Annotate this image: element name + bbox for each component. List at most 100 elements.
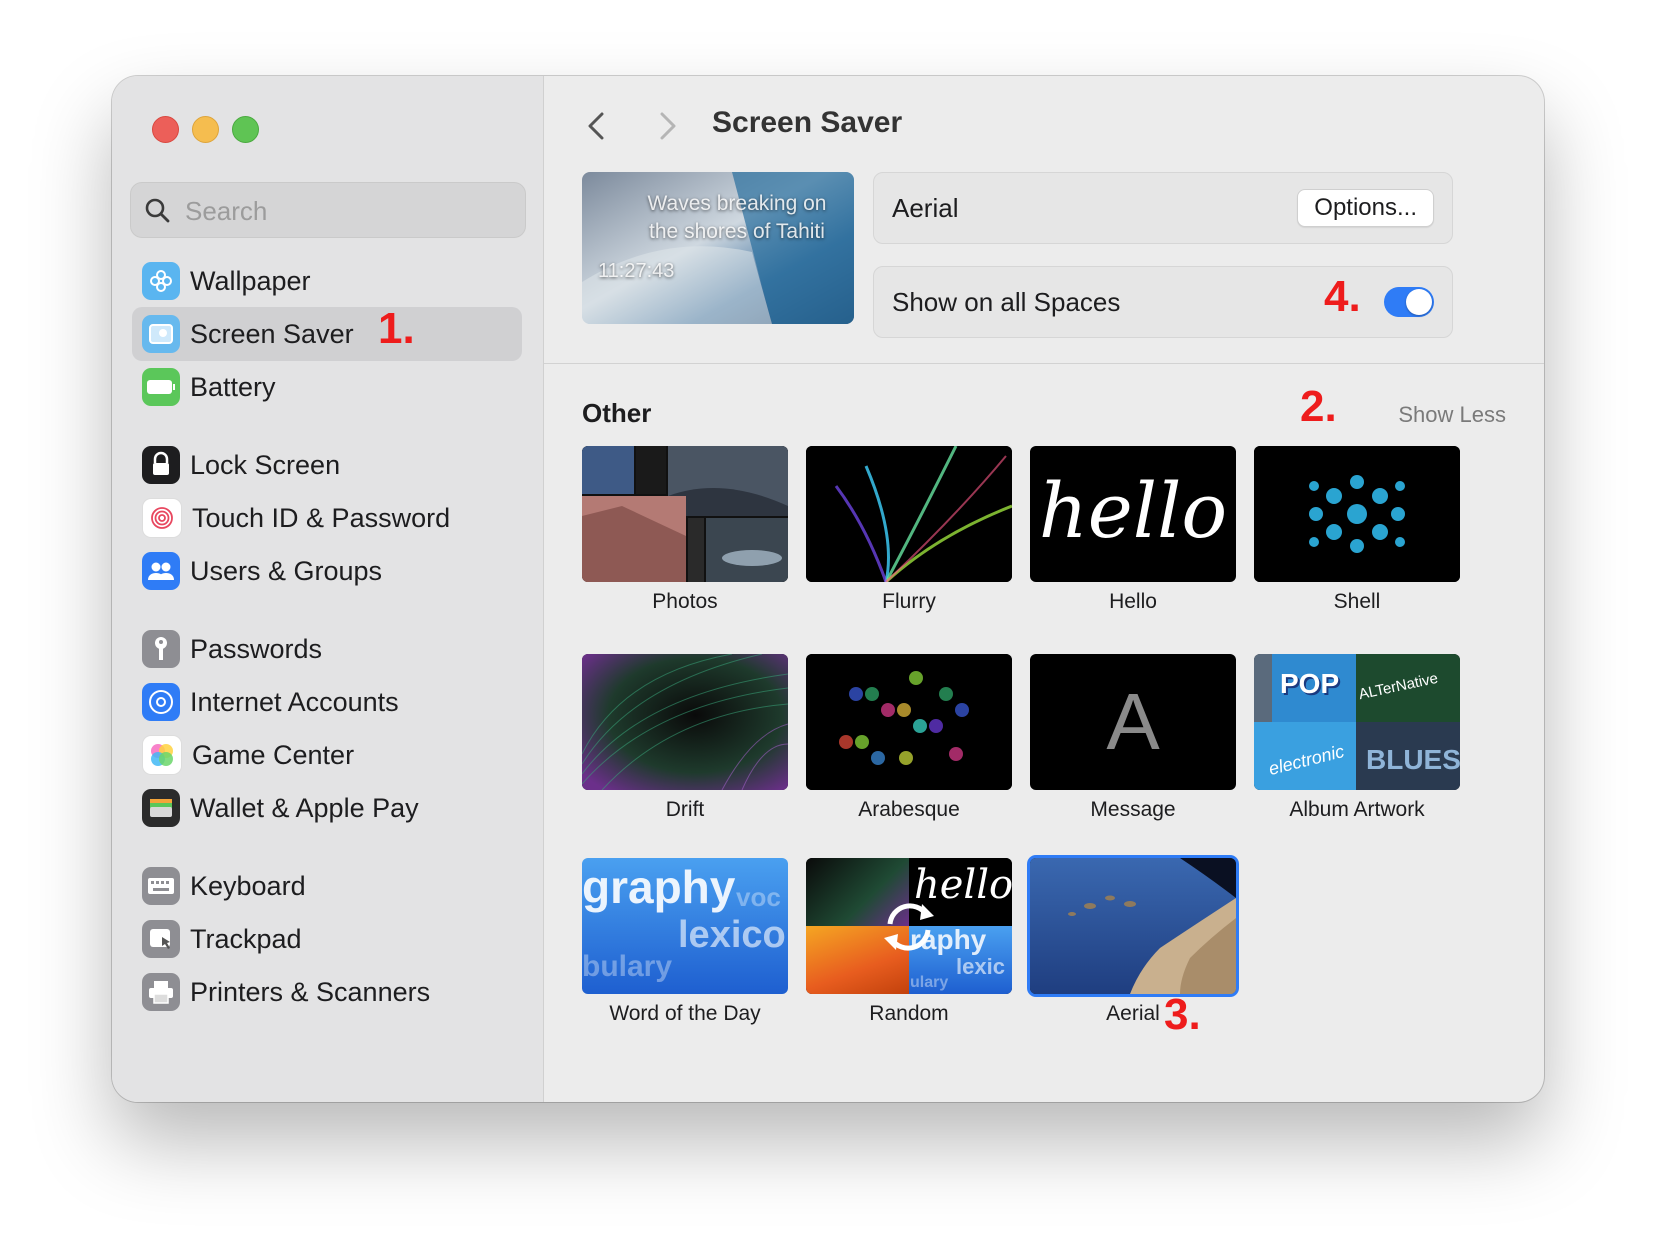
sidebar-item-game-center[interactable]: Game Center — [132, 728, 522, 782]
shuffle-icon — [884, 903, 934, 951]
keyboard-icon — [142, 867, 180, 905]
search-field[interactable] — [130, 182, 526, 239]
tile-label: Hello — [1109, 590, 1157, 613]
close-window-button[interactable] — [152, 116, 179, 143]
saver-tile-message[interactable]: A Message — [1030, 654, 1236, 822]
preview-caption: Waves breaking on the shores of Tahiti — [647, 192, 827, 243]
sidebar-item-lock-screen[interactable]: Lock Screen — [132, 438, 522, 492]
annotation-2: 2. — [1300, 382, 1337, 431]
sidebar-item-screen-saver[interactable]: Screen Saver — [132, 307, 522, 361]
current-saver-row: Aerial Options... — [873, 172, 1453, 244]
current-saver-name: Aerial — [892, 193, 959, 223]
sidebar-item-touch-id[interactable]: Touch ID & Password — [132, 491, 522, 545]
divider — [544, 363, 1544, 364]
lock-icon — [142, 446, 180, 484]
sidebar-item-label: Wallpaper — [190, 265, 311, 296]
shell-thumbnail — [1254, 446, 1460, 582]
random-thumb-text-2: lexic — [956, 954, 1005, 979]
saver-tile-random[interactable]: hello raphy lexic ulary Random — [806, 858, 1012, 1026]
section-title-other: Other — [582, 398, 652, 428]
sidebar-item-wallet[interactable]: Wallet & Apple Pay — [132, 781, 522, 835]
options-button[interactable]: Options... — [1297, 189, 1434, 227]
aerial-thumbnail — [1030, 858, 1236, 994]
saver-tile-drift[interactable]: Drift — [582, 654, 788, 822]
show-all-spaces-toggle[interactable] — [1384, 287, 1434, 317]
screen-saver-preview: Waves breaking on the shores of Tahiti 1… — [582, 172, 854, 324]
album-thumb-blues: BLUES — [1366, 744, 1460, 775]
saver-tile-shell[interactable]: Shell — [1254, 446, 1460, 614]
saver-tile-album-artwork[interactable]: POP ALTerNative electronic BLUES Album A… — [1254, 654, 1460, 822]
fingerprint-icon — [142, 498, 182, 538]
main-panel: Screen Saver Waves breaking on the shore… — [544, 76, 1544, 1102]
minimize-window-button[interactable] — [192, 116, 219, 143]
tile-label: Random — [869, 1002, 949, 1025]
wotd-text-4: bulary — [582, 950, 673, 983]
sidebar: Wallpaper Screen Saver Battery Lock Scre… — [112, 76, 544, 1102]
sidebar-item-trackpad[interactable]: Trackpad — [132, 912, 522, 966]
toggle-knob — [1406, 289, 1432, 315]
show-less-button[interactable]: Show Less — [1398, 402, 1506, 428]
message-thumbnail: A — [1030, 654, 1236, 790]
message-thumb-text: A — [1106, 677, 1160, 766]
battery-icon — [142, 368, 180, 406]
sidebar-item-printers[interactable]: Printers & Scanners — [132, 965, 522, 1019]
tile-label: Message — [1090, 798, 1176, 821]
tile-label: Flurry — [882, 590, 936, 613]
sidebar-item-label: Keyboard — [190, 870, 306, 901]
users-icon — [142, 552, 180, 590]
sidebar-item-label: Screen Saver — [190, 318, 354, 349]
back-button[interactable] — [578, 106, 618, 146]
preview-clock: 11:27:43 — [598, 260, 675, 282]
sidebar-item-label: Trackpad — [190, 923, 302, 954]
saver-tile-arabesque[interactable]: Arabesque — [806, 654, 1012, 822]
sidebar-item-keyboard[interactable]: Keyboard — [132, 859, 522, 913]
saver-tile-hello[interactable]: hello Hello — [1030, 446, 1236, 614]
sidebar-item-label: Passwords — [190, 633, 323, 664]
saver-tile-flurry[interactable]: Flurry — [806, 446, 1012, 614]
sidebar-item-label: Internet Accounts — [190, 686, 399, 717]
search-input[interactable] — [183, 183, 507, 239]
hello-thumbnail: hello — [1030, 446, 1236, 582]
search-icon — [145, 198, 170, 223]
sidebar-item-users-groups[interactable]: Users & Groups — [132, 544, 522, 598]
sidebar-item-label: Printers & Scanners — [190, 976, 431, 1007]
settings-window: Wallpaper Screen Saver Battery Lock Scre… — [112, 76, 1544, 1102]
sidebar-item-label: Users & Groups — [190, 555, 383, 586]
annotation-4: 4. — [1324, 272, 1361, 321]
tile-label: Drift — [665, 798, 705, 821]
sidebar-item-wallpaper[interactable]: Wallpaper — [132, 254, 522, 308]
random-thumbnail: hello raphy lexic ulary — [806, 858, 1012, 994]
saver-tile-photos[interactable]: Photos — [582, 446, 788, 614]
trackpad-icon — [142, 920, 180, 958]
tile-label: Word of the Day — [609, 1002, 761, 1025]
game-center-icon — [142, 735, 182, 775]
wallet-icon — [142, 789, 180, 827]
forward-button[interactable] — [646, 106, 686, 146]
sidebar-item-internet-accounts[interactable]: Internet Accounts — [132, 675, 522, 729]
key-icon — [142, 630, 180, 668]
sidebar-item-passwords[interactable]: Passwords — [132, 622, 522, 676]
drift-thumbnail — [582, 654, 788, 790]
tile-label: Arabesque — [858, 798, 960, 821]
saver-tile-aerial[interactable]: Aerial — [1030, 858, 1236, 1026]
zoom-window-button[interactable] — [232, 116, 259, 143]
page-title: Screen Saver — [712, 106, 903, 139]
annotation-3: 3. — [1164, 990, 1201, 1039]
at-icon — [142, 683, 180, 721]
screen-saver-icon — [142, 315, 180, 353]
tile-label: Photos — [652, 590, 718, 613]
sidebar-item-label: Battery — [190, 371, 276, 402]
sidebar-item-battery[interactable]: Battery — [132, 360, 522, 414]
tile-label: Album Artwork — [1289, 798, 1425, 821]
annotation-1: 1. — [378, 304, 415, 353]
album-thumb-pop: POP — [1280, 668, 1340, 699]
sidebar-item-label: Game Center — [192, 739, 355, 770]
show-all-spaces-label: Show on all Spaces — [892, 287, 1121, 317]
sidebar-item-label: Wallet & Apple Pay — [190, 792, 419, 823]
tile-label: Aerial — [1106, 1002, 1160, 1025]
wotd-text-3: lexico — [678, 914, 786, 956]
arabesque-thumbnail — [806, 654, 1012, 790]
saver-tile-word-of-the-day[interactable]: graphy voc lexico bulary Word of the Day — [582, 858, 788, 1026]
flurry-thumbnail — [806, 446, 1012, 582]
album-artwork-thumbnail: POP ALTerNative electronic BLUES — [1254, 654, 1460, 790]
